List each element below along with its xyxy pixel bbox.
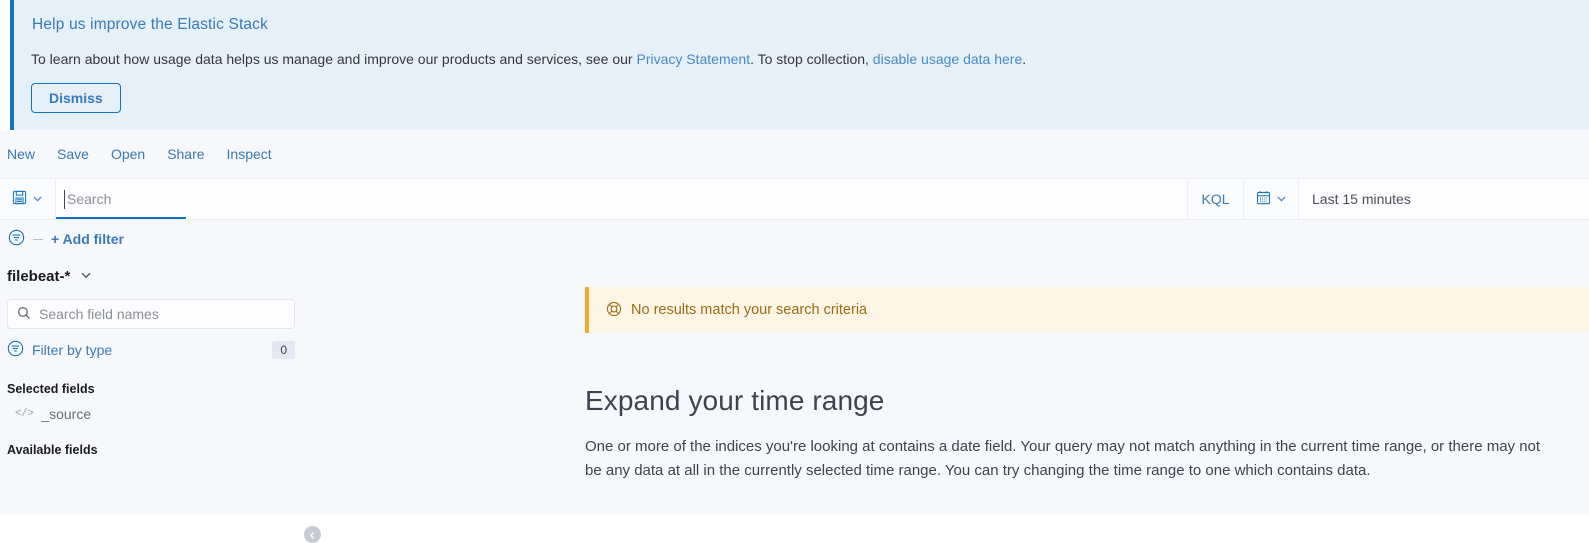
banner-description: To learn about how usage data helps us m… bbox=[31, 50, 1589, 68]
filter-by-type-label: Filter by type bbox=[32, 342, 113, 358]
collapse-sidebar-button[interactable] bbox=[304, 526, 321, 543]
field-sidebar: filebeat-* Search field names Filter by … bbox=[0, 258, 585, 543]
no-results-text: No results match your search criteria bbox=[631, 302, 868, 318]
index-pattern-name: filebeat-* bbox=[7, 267, 71, 285]
topnav-item-share[interactable]: Share bbox=[167, 147, 204, 161]
topnav-item-inspect[interactable]: Inspect bbox=[227, 147, 272, 161]
filter-by-type-count-badge: 0 bbox=[272, 340, 295, 360]
disable-usage-data-link[interactable]: disable usage data here bbox=[873, 51, 1022, 67]
banner-text-part1: To learn about how usage data helps us m… bbox=[31, 50, 637, 67]
text-caret bbox=[64, 190, 65, 209]
chevron-down-icon bbox=[80, 268, 92, 284]
topnav-item-save[interactable]: Save bbox=[57, 147, 89, 161]
available-fields-heading: Available fields bbox=[7, 443, 98, 457]
discover-results-pane: No results match your search criteria Ex… bbox=[585, 258, 1589, 484]
telemetry-banner-wrapper: Help us improve the Elastic Stack To lea… bbox=[0, 0, 1589, 130]
field-search-input[interactable]: Search field names bbox=[7, 299, 295, 329]
search-icon bbox=[17, 306, 31, 323]
dismiss-button[interactable]: Dismiss bbox=[31, 82, 121, 113]
filter-by-type-button[interactable]: Filter by type 0 bbox=[7, 339, 295, 361]
field-search-placeholder: Search field names bbox=[39, 306, 159, 322]
filter-icon[interactable] bbox=[8, 229, 25, 249]
search-input[interactable]: Search bbox=[56, 179, 1187, 219]
filter-icon bbox=[7, 340, 24, 360]
telemetry-banner: Help us improve the Elastic Stack To lea… bbox=[10, 0, 1589, 130]
source-code-icon: </> bbox=[15, 408, 34, 420]
chevron-left-icon bbox=[308, 527, 317, 543]
top-nav-menu: New Save Open Share Inspect bbox=[0, 130, 1589, 178]
topnav-item-new[interactable]: New bbox=[7, 147, 35, 161]
empty-state-description: One or more of the indices you're lookin… bbox=[585, 438, 1541, 480]
chevron-down-icon bbox=[1276, 191, 1287, 207]
search-placeholder: Search bbox=[67, 191, 112, 207]
input-focus-underline bbox=[56, 217, 186, 219]
chevron-down-icon bbox=[32, 191, 43, 207]
discover-app: New Save Open Share Inspect Search KQL L… bbox=[0, 130, 1589, 543]
date-range-display[interactable]: Last 15 minutes bbox=[1299, 179, 1589, 219]
banner-text-part3: . bbox=[1022, 50, 1027, 67]
index-pattern-selector[interactable]: filebeat-* bbox=[7, 258, 585, 294]
no-results-callout: No results match your search criteria bbox=[585, 287, 1589, 333]
filter-separator-dash bbox=[33, 238, 43, 240]
banner-title: Help us improve the Elastic Stack bbox=[32, 16, 268, 33]
lifebuoy-icon bbox=[606, 301, 622, 320]
filter-bar: + Add filter bbox=[0, 220, 1589, 258]
selected-fields-heading: Selected fields bbox=[7, 382, 95, 396]
calendar-icon bbox=[1256, 190, 1271, 208]
query-bar: Search KQL Last 15 minutes bbox=[0, 178, 1589, 220]
empty-state-title: Expand your time range bbox=[585, 385, 885, 416]
field-name: _source bbox=[41, 406, 92, 422]
add-filter-button[interactable]: + Add filter bbox=[51, 231, 124, 247]
banner-text-part2: . To stop collection, bbox=[750, 50, 873, 67]
date-picker-quick-select-button[interactable] bbox=[1243, 179, 1299, 219]
topnav-item-open[interactable]: Open bbox=[111, 147, 145, 161]
saved-query-button[interactable] bbox=[0, 179, 56, 219]
privacy-statement-link[interactable]: Privacy Statement bbox=[636, 51, 750, 67]
floppy-disk-icon bbox=[12, 190, 27, 208]
main-content: filebeat-* Search field names Filter by … bbox=[0, 258, 1589, 543]
field-list-item-source[interactable]: </> _source bbox=[7, 406, 585, 422]
query-language-button[interactable]: KQL bbox=[1187, 179, 1243, 219]
